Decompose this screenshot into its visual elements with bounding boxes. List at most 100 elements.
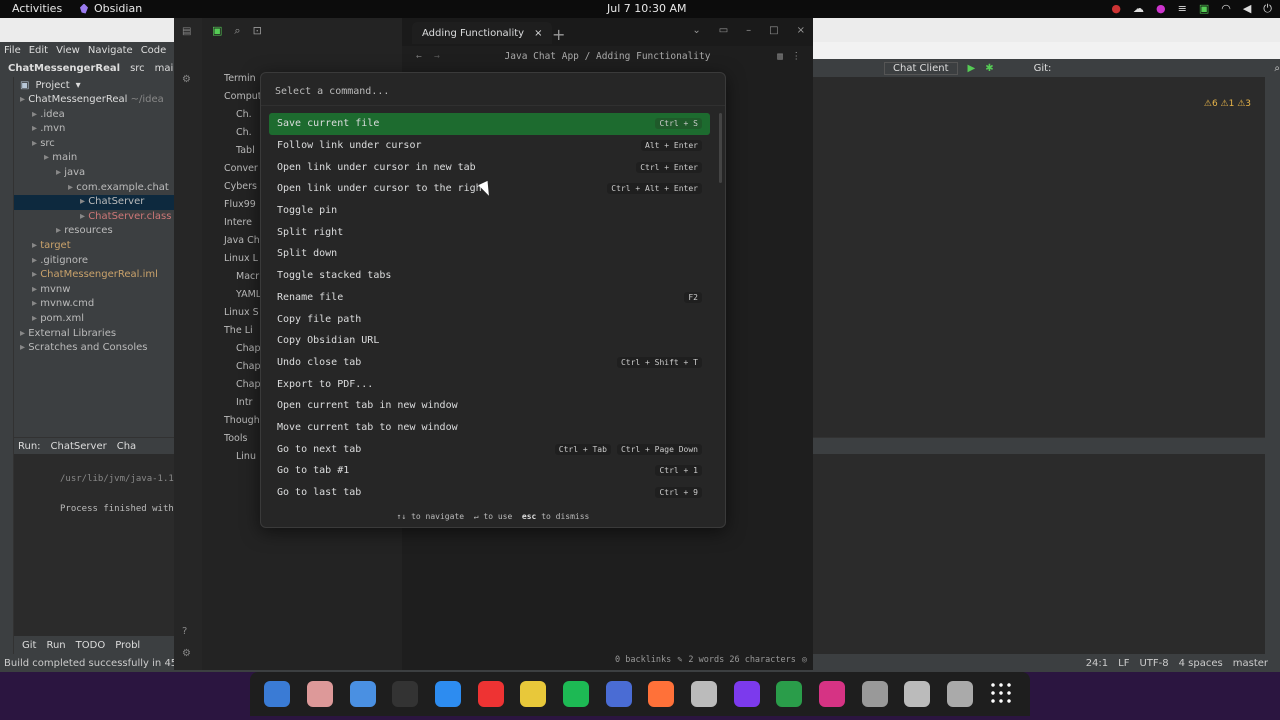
cloud-icon[interactable]: ☁ <box>1133 2 1144 16</box>
sidebar-toggle-icon[interactable]: ▤ <box>182 26 191 37</box>
new-tab-icon[interactable]: + <box>552 25 565 44</box>
activities-button[interactable]: Activities <box>12 2 62 15</box>
intellij-icon[interactable] <box>818 681 845 707</box>
right-tool-strip[interactable] <box>1265 77 1280 672</box>
app-grid-icon[interactable] <box>989 681 1016 707</box>
tree-item[interactable]: ▸ ChatServer.class <box>14 210 175 225</box>
vscode-icon[interactable] <box>434 681 461 707</box>
spotify-icon[interactable] <box>562 681 589 707</box>
git-branch[interactable]: master <box>1233 658 1268 669</box>
tab-problems[interactable]: Probl <box>115 640 140 651</box>
command-item[interactable]: Rename file F2 <box>269 287 710 309</box>
indent-setting[interactable]: 4 spaces <box>1179 658 1223 669</box>
menu-view[interactable]: View <box>56 45 80 56</box>
tree-item[interactable]: ▸ pom.xml <box>14 312 175 327</box>
chrome-icon[interactable] <box>776 681 803 707</box>
menu-code[interactable]: Code <box>141 45 167 56</box>
search-tab-icon[interactable]: ⌕ <box>234 24 240 38</box>
graph-icon[interactable]: ⚙ <box>182 74 191 85</box>
drive-icon[interactable] <box>861 681 888 707</box>
help-icon[interactable] <box>605 681 632 707</box>
run-config-select[interactable]: Chat Client <box>884 61 958 75</box>
writer-icon[interactable] <box>349 681 376 707</box>
extension-icon[interactable]: ● <box>1156 2 1166 16</box>
caret-position[interactable]: 24:1 <box>1086 658 1108 669</box>
breadcrumb-project[interactable]: ChatMessengerReal <box>8 63 120 74</box>
back-arrow-icon[interactable]: ← <box>416 51 422 62</box>
chevron-down-icon[interactable]: ▾ <box>76 80 81 91</box>
tab-todo[interactable]: TODO <box>76 640 106 651</box>
command-item[interactable]: Undo close tab Ctrl + Shift + T <box>269 352 710 374</box>
close-window-icon[interactable]: × <box>797 25 805 36</box>
tab-run[interactable]: Run <box>46 640 65 651</box>
backlinks-count[interactable]: 0 backlinks <box>615 655 671 665</box>
record-icon[interactable]: ● <box>1111 2 1121 16</box>
tab-git[interactable]: Git <box>22 640 36 651</box>
minimize-icon[interactable]: – <box>746 25 751 36</box>
tree-item[interactable]: ▸ main <box>14 151 175 166</box>
debug-icon[interactable]: ✱ <box>985 63 993 74</box>
command-search-input[interactable] <box>275 81 715 101</box>
tree-item[interactable]: ▸ com.example.chat <box>14 181 175 196</box>
command-item[interactable]: Go to last tab Ctrl + 9 <box>269 482 710 503</box>
volume-icon[interactable]: ◀ <box>1243 2 1251 16</box>
settings-icon[interactable] <box>690 681 717 707</box>
chevron-down-icon[interactable]: ⌄ <box>692 25 700 36</box>
tree-item[interactable]: ▸ ChatMessengerReal.iml <box>14 268 175 283</box>
system-tray[interactable]: ● ☁ ● ≡ ▣ ◠ ◀ ⏻ <box>1111 2 1272 16</box>
tree-item[interactable]: ▸ resources <box>14 224 175 239</box>
tree-item[interactable]: ▸ java <box>14 166 175 181</box>
tree-item[interactable]: ▸ ChatServer <box>14 195 175 210</box>
layout-icon[interactable]: ▭ <box>719 25 728 36</box>
run-icon[interactable]: ▶ <box>968 63 976 74</box>
search-icon[interactable]: ⌕ <box>1274 63 1280 74</box>
trash-icon[interactable] <box>946 681 973 707</box>
scrollbar[interactable] <box>719 113 722 183</box>
breadcrumb-src[interactable]: src <box>130 63 145 74</box>
run-tab-second[interactable]: Cha <box>117 441 136 452</box>
pencil-icon[interactable]: ✎ <box>677 655 682 665</box>
drive2-icon[interactable] <box>904 681 931 707</box>
command-item[interactable]: Move current tab to new window <box>269 417 710 439</box>
files-tab-icon[interactable]: ▣ <box>212 24 222 38</box>
menu-edit[interactable]: Edit <box>29 45 48 56</box>
command-item[interactable]: Copy file path <box>269 308 710 330</box>
tree-item[interactable]: ▸ Scratches and Consoles <box>14 341 175 356</box>
battery-indicator-icon[interactable]: ▣ <box>1199 2 1209 16</box>
maximize-icon[interactable]: □ <box>769 25 778 36</box>
tree-item[interactable]: ▸ .gitignore <box>14 254 175 269</box>
document-viewer-icon[interactable] <box>477 681 504 707</box>
note-breadcrumb[interactable]: Java Chat App / Adding Functionality <box>505 51 711 62</box>
command-item[interactable]: Export to PDF... <box>269 373 710 395</box>
close-icon[interactable]: × <box>534 28 542 39</box>
inspection-warnings[interactable]: ⚠6 ⚠1 ⚠3 <box>1204 99 1251 109</box>
tree-item[interactable]: ▸ src <box>14 137 175 152</box>
help-icon[interactable]: ? <box>182 626 187 637</box>
command-item[interactable]: Follow link under cursor Alt + Enter <box>269 135 710 157</box>
active-app-menu[interactable]: Obsidian <box>80 2 142 15</box>
menu-navigate[interactable]: Navigate <box>88 45 133 56</box>
project-panel-header[interactable]: ▣ Project ▾ <box>14 77 175 93</box>
sync-icon[interactable]: ◎ <box>802 655 807 665</box>
tree-item[interactable]: ▸ target <box>14 239 175 254</box>
wifi-icon[interactable]: ◠ <box>1221 2 1231 16</box>
run-tab-chatserver[interactable]: ChatServer <box>51 441 107 452</box>
files-icon[interactable] <box>306 681 333 707</box>
build-status[interactable]: Build completed successfully in 454 <box>4 658 184 669</box>
thunderbird-icon[interactable] <box>264 681 291 707</box>
power-icon[interactable]: ⏻ <box>1263 2 1272 16</box>
terminal-icon[interactable] <box>392 681 419 707</box>
firefox-icon[interactable] <box>648 681 675 707</box>
command-item[interactable]: Toggle stacked tabs <box>269 265 710 287</box>
tree-item[interactable]: ▸ ChatMessengerReal ~/idea <box>14 93 175 108</box>
more-options-icon[interactable]: ⋮ <box>792 51 802 62</box>
word-count[interactable]: 2 words 26 characters <box>688 655 795 665</box>
command-item[interactable]: Go to next tab Ctrl + Tab Ctrl + Page Down <box>269 438 710 460</box>
tree-item[interactable]: ▸ .mvn <box>14 122 175 137</box>
left-tool-strip[interactable] <box>0 77 14 672</box>
command-item[interactable]: Split down <box>269 243 710 265</box>
code-editor[interactable]: ⚠6 ⚠1 ⚠3 <box>812 77 1265 437</box>
command-item[interactable]: Open link under cursor in new tab Ctrl + … <box>269 156 710 178</box>
command-item[interactable]: Copy Obsidian URL <box>269 330 710 352</box>
text-editor-icon[interactable] <box>520 681 547 707</box>
